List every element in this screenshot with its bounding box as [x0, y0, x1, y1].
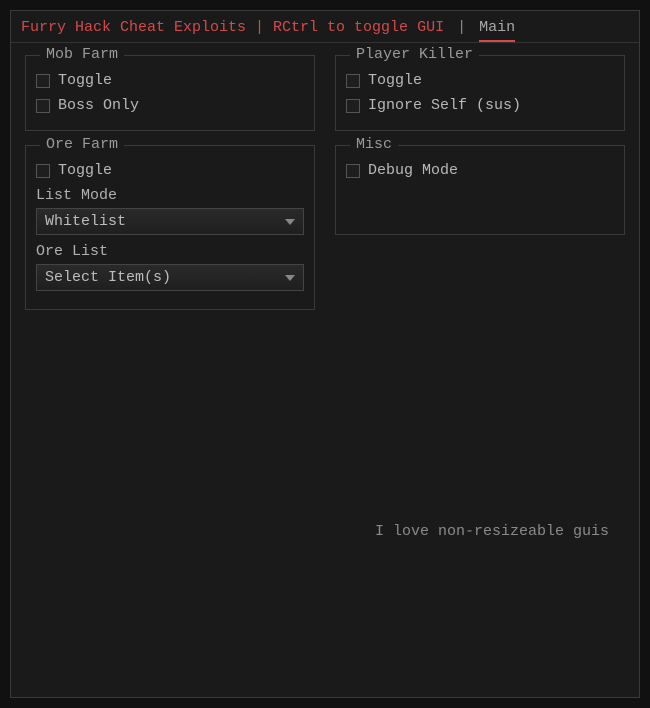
- player-killer-ignore-self-label: Ignore Self (sus): [368, 97, 521, 114]
- main-window: Furry Hack Cheat Exploits | RCtrl to tog…: [10, 10, 640, 698]
- ore-list-label: Ore List: [36, 243, 304, 260]
- player-killer-toggle-row[interactable]: Toggle: [346, 70, 614, 91]
- group-misc: Misc Debug Mode: [335, 145, 625, 235]
- group-player-killer: Player Killer Toggle Ignore Self (sus): [335, 55, 625, 131]
- group-mob-farm: Mob Farm Toggle Boss Only: [25, 55, 315, 131]
- player-killer-ignore-self-row[interactable]: Ignore Self (sus): [346, 95, 614, 116]
- chevron-down-icon: [285, 275, 295, 281]
- group-legend-mob-farm: Mob Farm: [40, 46, 124, 63]
- mob-farm-toggle-row[interactable]: Toggle: [36, 70, 304, 91]
- ore-farm-toggle-label: Toggle: [58, 162, 112, 179]
- list-mode-value: Whitelist: [45, 213, 126, 230]
- mob-farm-toggle-label: Toggle: [58, 72, 112, 89]
- mob-farm-boss-only-row[interactable]: Boss Only: [36, 95, 304, 116]
- group-legend-player-killer: Player Killer: [350, 46, 479, 63]
- ore-list-value: Select Item(s): [45, 269, 171, 286]
- checkbox-icon[interactable]: [346, 99, 360, 113]
- titlebar: Furry Hack Cheat Exploits | RCtrl to tog…: [11, 11, 639, 43]
- checkbox-icon[interactable]: [36, 99, 50, 113]
- tab-main[interactable]: Main: [479, 19, 515, 36]
- window-body: Mob Farm Toggle Boss Only Ore Farm Toggl…: [11, 43, 639, 693]
- group-legend-misc: Misc: [350, 136, 398, 153]
- left-column: Mob Farm Toggle Boss Only Ore Farm Toggl…: [25, 55, 315, 681]
- checkbox-icon[interactable]: [36, 164, 50, 178]
- ore-list-dropdown[interactable]: Select Item(s): [36, 264, 304, 291]
- list-mode-dropdown[interactable]: Whitelist: [36, 208, 304, 235]
- list-mode-label: List Mode: [36, 187, 304, 204]
- group-legend-ore-farm: Ore Farm: [40, 136, 124, 153]
- misc-debug-mode-label: Debug Mode: [368, 162, 458, 179]
- right-column: Player Killer Toggle Ignore Self (sus) M…: [335, 55, 625, 681]
- checkbox-icon[interactable]: [346, 164, 360, 178]
- window-title: Furry Hack Cheat Exploits | RCtrl to tog…: [21, 19, 444, 36]
- footer-text: I love non-resizeable guis: [375, 523, 609, 540]
- mob-farm-boss-only-label: Boss Only: [58, 97, 139, 114]
- chevron-down-icon: [285, 219, 295, 225]
- title-separator: |: [457, 19, 466, 36]
- player-killer-toggle-label: Toggle: [368, 72, 422, 89]
- checkbox-icon[interactable]: [36, 74, 50, 88]
- misc-debug-mode-row[interactable]: Debug Mode: [346, 160, 614, 181]
- checkbox-icon[interactable]: [346, 74, 360, 88]
- ore-farm-toggle-row[interactable]: Toggle: [36, 160, 304, 181]
- group-ore-farm: Ore Farm Toggle List Mode Whitelist Ore …: [25, 145, 315, 310]
